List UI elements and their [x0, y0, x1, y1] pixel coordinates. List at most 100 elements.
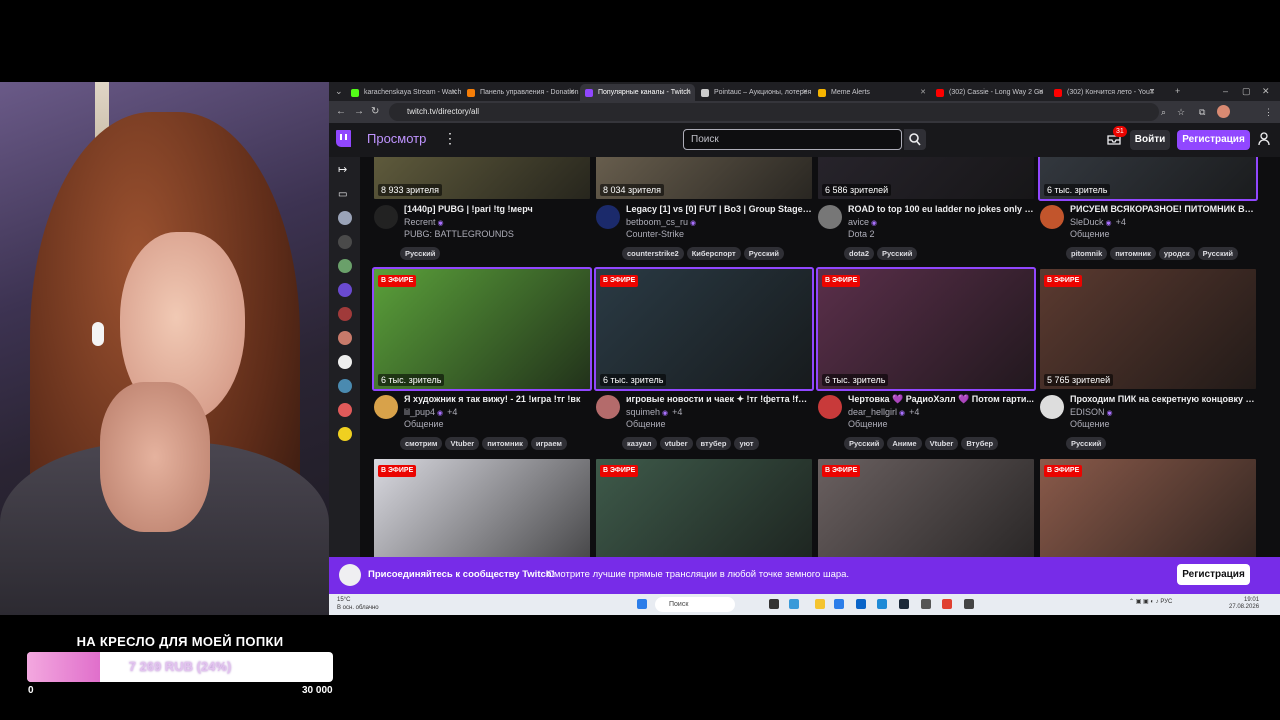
stream-title[interactable]: ROAD to top 100 eu ladder no jokes only … — [848, 204, 1034, 214]
close-tab-icon[interactable]: ✕ — [685, 84, 691, 101]
tag-chip[interactable]: Втубер — [961, 437, 999, 450]
sidebar-channel-avatar[interactable] — [338, 379, 352, 393]
sidebar-channel-avatar[interactable] — [338, 403, 352, 417]
menu-dots-icon[interactable]: ⋮ — [1264, 104, 1273, 120]
tag-chip[interactable]: уют — [734, 437, 759, 450]
stream-card[interactable]: В ЭФИРЕ — [1040, 459, 1256, 557]
tag-chip[interactable]: counterstrike2 — [622, 247, 684, 260]
stream-card[interactable]: В ЭФИРЕ 5 765 зрителей Проходим ПИК на сек… — [1040, 269, 1256, 450]
tag-chip[interactable]: Русский — [400, 247, 441, 260]
stream-thumbnail[interactable]: 8 034 зрителя — [596, 157, 812, 199]
reload-icon[interactable]: ↻ — [371, 104, 379, 120]
channel-avatar[interactable] — [374, 205, 398, 229]
stream-card[interactable]: В ЭФИРЕ 6 тыс. зритель игровые новости и ч… — [596, 269, 812, 450]
stream-thumbnail[interactable]: 8 933 зрителя — [374, 157, 590, 199]
stream-thumbnail[interactable]: В ЭФИРЕ 6 тыс. зритель — [596, 269, 812, 389]
channel-name-row[interactable]: lil_pup4 ◉ +4 — [404, 407, 457, 417]
more-options-icon[interactable]: ⋮ — [443, 130, 457, 147]
browser-tab[interactable]: Meme Alerts ✕ — [813, 84, 930, 101]
browser-tab[interactable]: (302) Кончится лето - YouT ✕ — [1049, 84, 1159, 101]
channel-avatar[interactable] — [374, 395, 398, 419]
camera-icon[interactable]: ▭ — [338, 189, 347, 200]
tag-chip[interactable]: Vtuber — [924, 437, 959, 450]
stream-card[interactable]: В ЭФИРЕ 6 тыс. зритель Чертовка 💜 РадиоХэл… — [818, 269, 1034, 450]
tag-chip[interactable]: казуал — [622, 437, 657, 450]
tag-chip[interactable]: питомник — [1110, 247, 1156, 260]
stream-category[interactable]: Общение — [1070, 229, 1109, 239]
channel-avatar[interactable] — [818, 205, 842, 229]
co-streamers-count[interactable]: +4 — [447, 407, 457, 417]
login-button[interactable]: Войти — [1130, 130, 1170, 150]
tag-chip[interactable]: Русский — [743, 247, 785, 260]
close-tab-icon[interactable]: ✕ — [802, 84, 808, 101]
sidebar-channel-avatar[interactable] — [338, 355, 352, 369]
channel-name-row[interactable]: dear_hellgirl ◉ +4 — [848, 407, 919, 417]
bookmark-star-icon[interactable]: ☆ — [1177, 104, 1185, 120]
search-button[interactable] — [904, 129, 926, 150]
tag-chip[interactable]: Киберспорт — [686, 247, 741, 260]
new-tab-icon[interactable]: + — [1175, 84, 1180, 99]
minimize-icon[interactable]: – — [1223, 84, 1228, 99]
browser-icon[interactable] — [877, 599, 887, 609]
stream-title[interactable]: Проходим ПИК на секретную концовку | ... — [1070, 394, 1256, 404]
channel-name-row[interactable]: squimeh ◉ +4 — [626, 407, 682, 417]
sidebar-channel-avatar[interactable] — [338, 211, 352, 225]
tag-chip[interactable]: играем — [530, 437, 567, 450]
stream-thumbnail[interactable]: В ЭФИРЕ 6 тыс. зритель — [818, 269, 1034, 389]
search-input[interactable]: Поиск — [683, 129, 902, 150]
stream-category[interactable]: PUBG: BATTLEGROUNDS — [404, 229, 514, 239]
signup-button[interactable]: Регистрация — [1177, 130, 1250, 150]
weather-widget[interactable]: 15°C В осн. облачно — [337, 596, 379, 612]
channel-avatar[interactable] — [1040, 205, 1064, 229]
browse-link[interactable]: Просмотр — [367, 131, 426, 146]
stream-category[interactable]: Dota 2 — [848, 229, 875, 239]
stream-card[interactable]: В ЭФИРЕ — [818, 459, 1034, 557]
channel-name-row[interactable]: SleDuck ◉ +4 — [1070, 217, 1126, 227]
co-streamers-count[interactable]: +4 — [672, 407, 682, 417]
tag-chip[interactable]: dota2 — [844, 247, 875, 260]
stream-title[interactable]: Я художник я так вижу! - 21 !игра !тг !в… — [404, 394, 590, 404]
browser-tab[interactable]: Pointauc – Аукционы, лотерея ✕ — [696, 84, 812, 101]
stream-card[interactable]: 6 586 зрителей ROAD to top 100 eu ladder … — [818, 157, 1034, 260]
tag-chip[interactable]: втубер — [695, 437, 732, 450]
app-icon[interactable] — [921, 599, 931, 609]
outlook-icon[interactable] — [856, 599, 866, 609]
tag-chip[interactable]: Русский — [1197, 247, 1238, 260]
back-icon[interactable]: ← — [336, 104, 346, 120]
chrome-icon[interactable] — [942, 599, 952, 609]
channel-avatar[interactable] — [1040, 395, 1064, 419]
stream-category[interactable]: Общение — [1070, 419, 1109, 429]
tab-search-icon[interactable]: ⌄ — [335, 84, 343, 99]
channel-avatar[interactable] — [596, 395, 620, 419]
sidebar-channel-avatar[interactable] — [338, 307, 352, 321]
channel-name-row[interactable]: EDISON ◉ — [1070, 407, 1113, 417]
close-tab-icon[interactable]: ✕ — [569, 84, 575, 101]
stream-thumbnail[interactable]: В ЭФИРЕ — [1040, 459, 1256, 557]
stream-title[interactable]: игровые новости и чаек ✦ !тг !фетта !fun… — [626, 394, 812, 405]
tag-chip[interactable]: Аниме — [887, 437, 922, 450]
tag-chip[interactable]: Vtuber — [445, 437, 480, 450]
co-streamers-count[interactable]: +4 — [909, 407, 919, 417]
stream-thumbnail[interactable]: В ЭФИРЕ — [374, 459, 590, 557]
channel-name-row[interactable]: avice ◉ — [848, 217, 877, 227]
banner-signup-button[interactable]: Регистрация — [1177, 564, 1250, 585]
stream-category[interactable]: Общение — [404, 419, 443, 429]
sidebar-channel-avatar[interactable] — [338, 427, 352, 441]
close-tab-icon[interactable]: ✕ — [451, 84, 457, 101]
windows-start-icon[interactable] — [637, 599, 647, 609]
stream-category[interactable]: Counter-Strike — [626, 229, 684, 239]
close-tab-icon[interactable]: ✕ — [1038, 84, 1044, 101]
obs-icon[interactable] — [964, 599, 974, 609]
stream-card[interactable]: 8 933 зрителя [1440p] PUBG | !pari !tg !м… — [374, 157, 590, 260]
sidebar-channel-avatar[interactable] — [338, 235, 352, 249]
stream-card[interactable]: В ЭФИРЕ — [374, 459, 590, 557]
browser-tab[interactable]: (302) Cassie - Long Way 2 Go ✕ — [931, 84, 1048, 101]
stream-thumbnail[interactable]: В ЭФИРЕ 6 тыс. зритель — [374, 269, 590, 389]
tag-chip[interactable]: pitomnik — [1066, 247, 1108, 260]
stream-title[interactable]: Legacy [1] vs [0] FUT | Bo3 | Group Stag… — [626, 204, 812, 214]
stream-title[interactable]: [1440p] PUBG | !pari !tg !мерч — [404, 204, 590, 214]
browser-tab[interactable]: Популярные каналы - Twitch ✕ — [580, 84, 695, 101]
zoom-icon[interactable]: ⌕ — [1161, 104, 1166, 120]
sidebar-channel-avatar[interactable] — [338, 259, 352, 273]
tag-chip[interactable]: Русский — [844, 437, 885, 450]
